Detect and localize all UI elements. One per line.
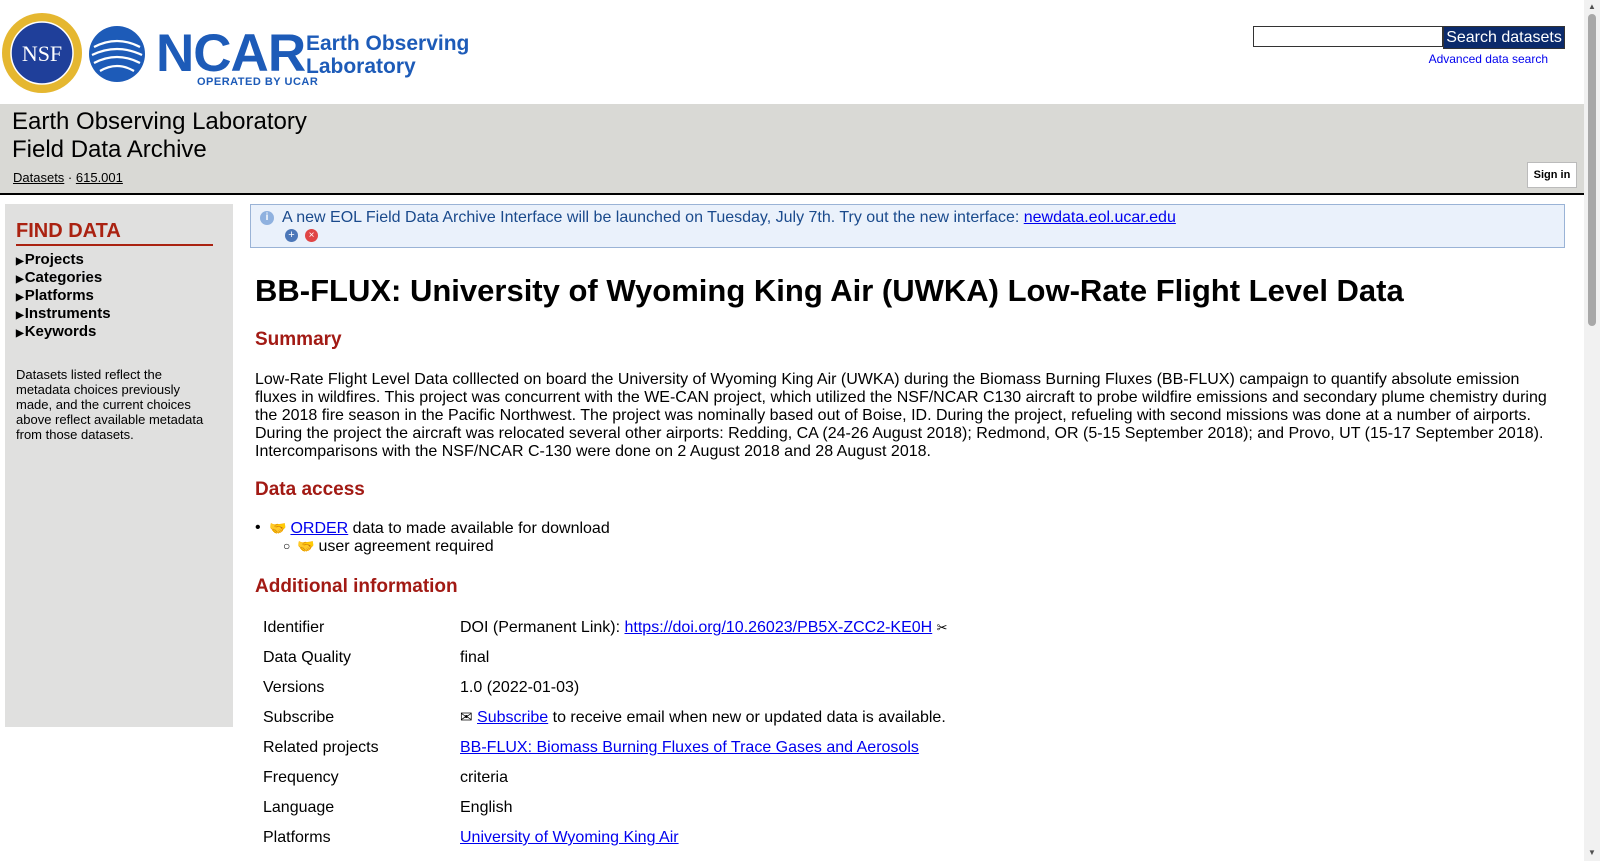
order-text: data to made available for download — [348, 520, 610, 537]
platform-link[interactable]: University of Wyoming King Air — [460, 829, 679, 846]
notice-message: A new EOL Field Data Archive Interface w… — [282, 209, 1024, 226]
advanced-search-link[interactable]: Advanced data search — [1429, 52, 1548, 66]
table-row: Frequency criteria — [255, 763, 1255, 793]
scrollbar-thumb[interactable] — [1588, 14, 1596, 326]
eol-logo-line1: Earth Observing — [306, 32, 470, 55]
page-title: BB-FLUX: University of Wyoming King Air … — [255, 273, 1404, 308]
platforms-value: University of Wyoming King Air — [460, 823, 679, 853]
related-projects-label: Related projects — [263, 739, 379, 756]
platforms-label: Platforms — [263, 829, 331, 846]
table-row: Identifier DOI (Permanent Link): https:/… — [255, 613, 1255, 643]
table-row: Data Quality final — [255, 643, 1255, 673]
page-scrollbar[interactable]: ▲ ▼ — [1584, 0, 1600, 861]
sidebar-item-label: Categories — [24, 269, 103, 286]
identifier-label: Identifier — [263, 619, 325, 636]
versions-label: Versions — [263, 679, 325, 696]
summary-heading: Summary — [255, 329, 342, 350]
additional-info-heading: Additional information — [255, 576, 458, 597]
sidebar-item-platforms[interactable]: ▶Platforms — [16, 287, 94, 304]
nsf-logo[interactable]: NSF — [0, 10, 84, 96]
subscribe-label: Subscribe — [263, 709, 335, 726]
main-content: BB-FLUX: University of Wyoming King Air … — [255, 260, 1565, 846]
search-input[interactable] — [1253, 26, 1443, 47]
subscribe-value: ✉ Subscribe to receive email when new or… — [460, 703, 946, 733]
table-row: Language English — [255, 793, 1255, 823]
table-row: Related projects BB-FLUX: Biomass Burnin… — [255, 733, 1255, 763]
eol-logo-text: Earth Observing Laboratory — [306, 32, 469, 78]
subscribe-link[interactable]: Subscribe — [477, 709, 548, 726]
banner-title: Earth Observing Laboratory Field Data Ar… — [12, 108, 307, 164]
close-icon[interactable]: × — [305, 229, 318, 242]
data-quality-value: final — [460, 649, 490, 666]
subscribe-text: to receive email when new or updated dat… — [548, 709, 946, 726]
table-row: Subscribe ✉ Subscribe to receive email w… — [255, 703, 1255, 733]
ncar-operated-text: OPERATED BY UCAR — [197, 76, 319, 88]
expand-triangle-icon: ▶ — [16, 310, 24, 321]
data-quality-label: Data Quality — [263, 649, 352, 666]
order-link[interactable]: ORDER — [290, 520, 348, 537]
top-header: NSF NCAR OPERATED BY UCAR Earth Observin… — [0, 0, 1584, 104]
handshake-icon: 🤝 — [269, 520, 287, 536]
bullet: • — [255, 519, 261, 536]
notice-box: i A new EOL Field Data Archive Interface… — [250, 204, 1565, 248]
scroll-down-icon[interactable]: ▼ — [1588, 848, 1596, 857]
clipboard-icon[interactable]: ✂ — [937, 620, 948, 635]
handshake-icon: 🤝 — [297, 538, 315, 554]
language-value: English — [460, 799, 513, 816]
sidebar-item-keywords[interactable]: ▶Keywords — [16, 323, 96, 340]
agreement-text: user agreement required — [318, 538, 494, 555]
sidebar-item-instruments[interactable]: ▶Instruments — [16, 305, 111, 322]
identifier-value: DOI (Permanent Link): https://doi.org/10… — [460, 613, 948, 643]
breadcrumb-datasets[interactable]: Datasets — [13, 170, 64, 185]
frequency-value: criteria — [460, 769, 509, 786]
envelope-icon: ✉ — [460, 709, 473, 726]
related-projects-value: BB-FLUX: Biomass Burning Fluxes of Trace… — [460, 733, 919, 763]
doi-link[interactable]: https://doi.org/10.26023/PB5X-ZCC2-KE0H — [625, 619, 933, 636]
table-row: Platforms University of Wyoming King Air — [255, 823, 1255, 853]
site-banner: Earth Observing Laboratory Field Data Ar… — [0, 104, 1584, 195]
sidebar-item-label: Projects — [24, 251, 84, 268]
breadcrumb-separator: · — [64, 170, 76, 185]
data-access-heading: Data access — [255, 479, 365, 500]
expand-icon[interactable]: + — [285, 229, 298, 242]
find-data-heading: FIND DATA — [16, 218, 213, 246]
banner-title-line1: Earth Observing Laboratory — [12, 108, 307, 135]
notice-link[interactable]: newdata.eol.ucar.edu — [1024, 209, 1176, 226]
sidebar-item-label: Keywords — [24, 323, 97, 340]
circle-bullet: ○ — [283, 539, 291, 553]
language-label: Language — [263, 799, 335, 816]
search-datasets-button[interactable]: Search datasets — [1443, 26, 1565, 49]
expand-triangle-icon: ▶ — [16, 328, 24, 339]
info-icon: i — [260, 211, 274, 225]
summary-text: Low-Rate Flight Level Data colllected on… — [255, 371, 1547, 460]
expand-triangle-icon: ▶ — [16, 274, 24, 285]
sidebar-item-label: Platforms — [24, 287, 94, 304]
sidebar: FIND DATA ▶Projects ▶Categories ▶Platfor… — [5, 204, 233, 727]
doi-prefix: DOI (Permanent Link): — [460, 619, 625, 636]
sidebar-item-label: Instruments — [24, 305, 111, 322]
breadcrumb: Datasets · 615.001 — [13, 170, 123, 185]
banner-title-line2: Field Data Archive — [12, 136, 207, 163]
breadcrumb-dataset-id[interactable]: 615.001 — [76, 170, 123, 185]
expand-triangle-icon: ▶ — [16, 256, 24, 267]
table-row: Versions 1.0 (2022-01-03) — [255, 673, 1255, 703]
sidebar-note: Datasets listed reflect the metadata cho… — [16, 367, 204, 442]
expand-triangle-icon: ▶ — [16, 292, 24, 303]
scroll-up-icon[interactable]: ▲ — [1588, 2, 1596, 11]
versions-value: 1.0 (2022-01-03) — [460, 679, 580, 696]
eol-logo-line2: Laboratory — [306, 55, 416, 78]
frequency-label: Frequency — [263, 769, 339, 786]
ncar-wordmark: NCAR — [156, 24, 306, 83]
sidebar-item-projects[interactable]: ▶Projects — [16, 251, 84, 268]
ncar-swirl-logo — [88, 25, 146, 83]
sign-in-button[interactable]: Sign in — [1527, 162, 1577, 188]
related-project-link[interactable]: BB-FLUX: Biomass Burning Fluxes of Trace… — [460, 739, 919, 756]
sidebar-item-categories[interactable]: ▶Categories — [16, 269, 102, 286]
notice-text: A new EOL Field Data Archive Interface w… — [282, 209, 1176, 227]
nsf-logo-text: NSF — [22, 41, 62, 66]
